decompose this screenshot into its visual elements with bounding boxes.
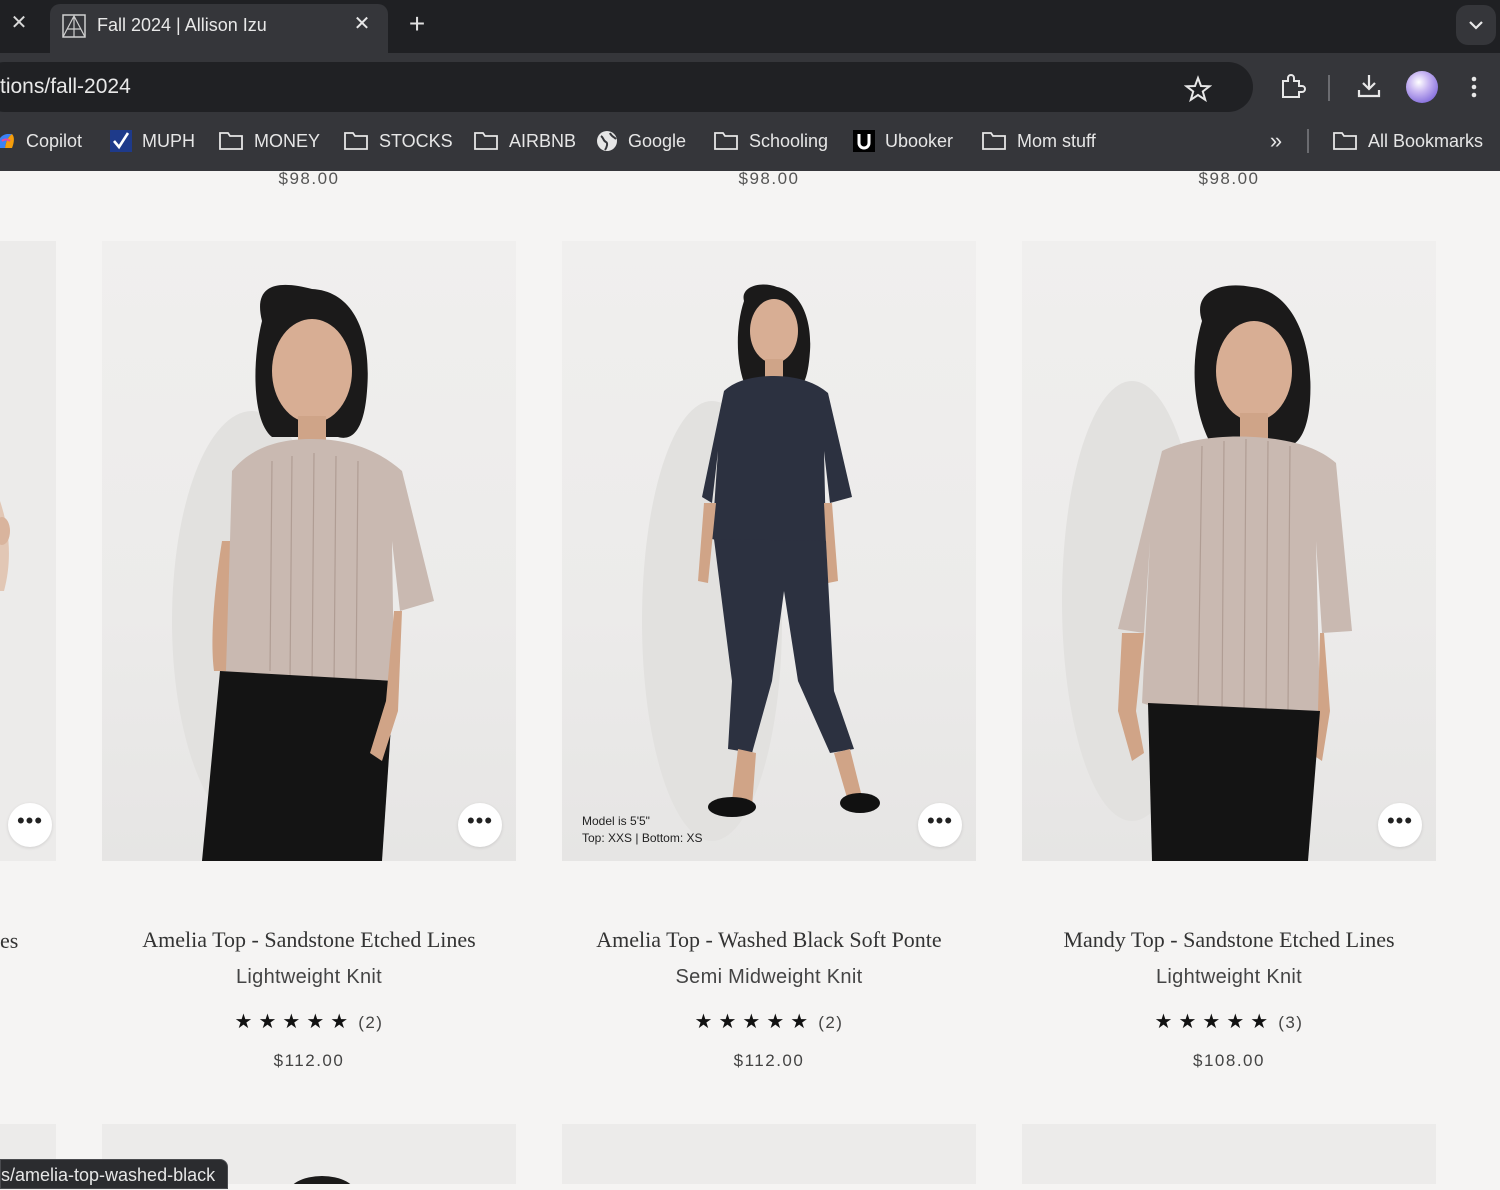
review-count: (3) bbox=[1278, 1013, 1304, 1032]
product-image-partial[interactable]: ••• bbox=[0, 241, 56, 861]
browser-toolbar: tions/fall-2024 bbox=[0, 53, 1500, 119]
more-options-button[interactable]: ••• bbox=[1378, 803, 1422, 847]
model-photo-partial bbox=[0, 501, 10, 591]
product-name[interactable]: Amelia Top - Sandstone Etched Lines bbox=[82, 927, 536, 953]
extensions-icon[interactable] bbox=[1278, 72, 1306, 100]
model-height: Model is 5'5" bbox=[582, 814, 650, 828]
previous-row-price: $98.00 bbox=[278, 171, 340, 188]
bookmark-copilot[interactable]: Copilot bbox=[0, 119, 82, 163]
address-bar[interactable]: tions/fall-2024 bbox=[0, 62, 1253, 112]
review-count: (2) bbox=[818, 1013, 844, 1032]
product-rating[interactable]: ★★★★★ (2) bbox=[102, 1009, 516, 1034]
folder-icon bbox=[1333, 132, 1357, 150]
bookmarks-overflow-icon[interactable]: » bbox=[1263, 127, 1289, 155]
bookmark-muph[interactable]: MUPH bbox=[110, 119, 195, 163]
copilot-icon bbox=[0, 134, 14, 148]
product-name[interactable]: Amelia Top - Washed Black Soft Ponte bbox=[542, 927, 996, 953]
product-fabric: Lightweight Knit bbox=[235, 966, 382, 988]
product-image-next-row[interactable] bbox=[562, 1124, 976, 1184]
product-name[interactable]: Mandy Top - Sandstone Etched Lines bbox=[1002, 927, 1456, 953]
folder-icon bbox=[714, 132, 738, 150]
rating-stars: ★★★★★ bbox=[1154, 1011, 1275, 1033]
bookmark-label: AIRBNB bbox=[509, 130, 577, 151]
new-tab-icon[interactable]: + bbox=[402, 9, 432, 39]
all-bookmarks-label: All Bookmarks bbox=[1368, 130, 1484, 151]
product-fabric: Semi Midweight Knit bbox=[675, 966, 863, 988]
toolbar-divider bbox=[1328, 75, 1330, 101]
previous-row-price: $98.00 bbox=[738, 171, 800, 188]
checkmark-icon bbox=[110, 130, 132, 152]
menu-kebab-icon[interactable] bbox=[1462, 73, 1486, 101]
download-icon[interactable] bbox=[1355, 72, 1383, 100]
bookmark-stocks[interactable]: STOCKS bbox=[343, 119, 453, 163]
bookmark-label: Ubooker bbox=[885, 130, 954, 151]
tab-search-button[interactable] bbox=[1456, 5, 1496, 45]
globe-icon bbox=[597, 131, 617, 151]
bookmark-label: Google bbox=[628, 130, 687, 151]
chevron-down-icon bbox=[1469, 21, 1483, 30]
model-photo bbox=[642, 284, 880, 841]
close-tab-icon[interactable]: ✕ bbox=[6, 10, 32, 36]
profile-avatar[interactable] bbox=[1406, 71, 1438, 103]
model-photo bbox=[1062, 285, 1352, 861]
product-rating[interactable]: ★★★★★ (2) bbox=[562, 1009, 976, 1034]
product-image[interactable]: Model is 5'5" Top: XXS | Bottom: XS ••• bbox=[562, 241, 976, 861]
product-image[interactable]: ••• bbox=[102, 241, 516, 861]
url-text[interactable]: tions/fall-2024 bbox=[0, 75, 131, 99]
bookmark-label: Schooling bbox=[749, 130, 829, 151]
folder-icon bbox=[344, 132, 368, 150]
tab-active[interactable]: Fall 2024 | Allison Izu ✕ bbox=[50, 4, 388, 53]
product-image[interactable]: ••• bbox=[1022, 241, 1436, 861]
model-photo bbox=[1022, 1124, 1436, 1184]
bookmark-star-icon[interactable] bbox=[1184, 75, 1212, 103]
model-sizes: Top: XXS | Bottom: XS bbox=[582, 831, 703, 845]
bookmarks-divider bbox=[1307, 129, 1309, 153]
product-image-next-row[interactable] bbox=[1022, 1124, 1436, 1184]
all-bookmarks-button[interactable]: All Bookmarks bbox=[1332, 119, 1483, 163]
bookmark-ubooker[interactable]: Ubooker bbox=[853, 119, 953, 163]
model-photo bbox=[172, 284, 434, 861]
ubooker-icon bbox=[853, 130, 875, 152]
product-price: $108.00 bbox=[1193, 1051, 1265, 1070]
folder-icon bbox=[474, 132, 498, 150]
rating-stars: ★★★★★ bbox=[234, 1011, 355, 1033]
tab-title: Fall 2024 | Allison Izu bbox=[97, 15, 267, 35]
bookmark-label: Copilot bbox=[26, 130, 83, 151]
more-options-button[interactable]: ••• bbox=[918, 803, 962, 847]
product-rating[interactable]: ★★★★★ (3) bbox=[1022, 1009, 1436, 1034]
bookmark-schooling[interactable]: Schooling bbox=[713, 119, 828, 163]
bookmarks-bar: Copilot MUPH MONEY STOCKS AIRBNB Google … bbox=[0, 119, 1500, 171]
more-options-button[interactable]: ••• bbox=[458, 803, 502, 847]
product-price: $112.00 bbox=[733, 1051, 805, 1070]
product-name-partial[interactable]: es bbox=[0, 928, 18, 954]
bookmark-label: STOCKS bbox=[379, 130, 453, 151]
bookmark-money[interactable]: MONEY bbox=[218, 119, 320, 163]
bookmark-google[interactable]: Google bbox=[596, 119, 686, 163]
link-status-bar: s/amelia-top-washed-black bbox=[0, 1159, 229, 1189]
bookmark-mom-stuff[interactable]: Mom stuff bbox=[981, 119, 1096, 163]
more-options-button[interactable]: ••• bbox=[8, 803, 52, 847]
product-fabric: Lightweight Knit bbox=[1155, 966, 1302, 988]
model-size-note: Model is 5'5" Top: XXS | Bottom: XS bbox=[582, 813, 703, 847]
bookmark-label: Mom stuff bbox=[1017, 130, 1096, 151]
folder-icon bbox=[982, 132, 1006, 150]
site-favicon-icon bbox=[62, 14, 86, 38]
product-price: $112.00 bbox=[273, 1051, 345, 1070]
previous-row-price: $98.00 bbox=[1198, 171, 1260, 188]
review-count: (2) bbox=[358, 1013, 384, 1032]
bookmark-label: MUPH bbox=[142, 130, 195, 151]
rating-stars: ★★★★★ bbox=[694, 1011, 815, 1033]
product-grid: $98.00 $98.00 $98.00 ••• es ••• Amelia T… bbox=[0, 171, 1500, 1184]
close-tab-icon[interactable]: ✕ bbox=[350, 12, 374, 36]
tab-strip: ✕ Fall 2024 | Allison Izu ✕ + bbox=[0, 0, 1500, 53]
folder-icon bbox=[219, 132, 243, 150]
bookmark-airbnb[interactable]: AIRBNB bbox=[473, 119, 576, 163]
bookmark-label: MONEY bbox=[254, 130, 321, 151]
